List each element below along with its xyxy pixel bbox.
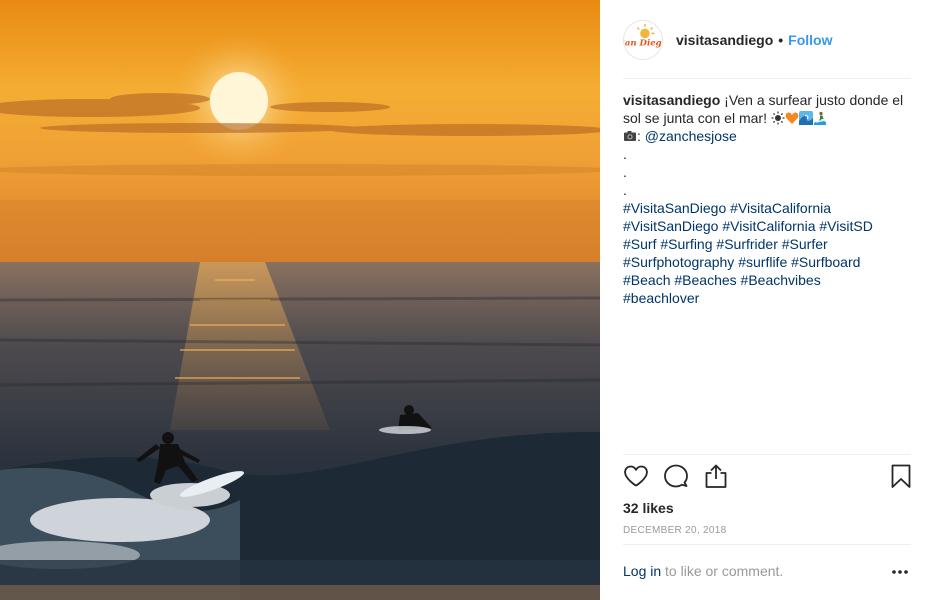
hashtag-link[interactable]: #Surfrider [716,236,777,252]
hashtag-line: #Beach #Beaches #Beachvibes [623,271,915,289]
avatar-text: San Diego [624,39,662,49]
hashtag-link[interactable]: #Beachvibes [741,272,821,288]
hashtag-link[interactable]: #Beaches [674,272,736,288]
caption-text-line2: sol se junta con el mar! [623,110,771,126]
caption-dot: . [623,146,627,162]
post-header: San Diego visitasandiego • Follow [623,19,911,61]
follow-button[interactable]: Follow [788,32,832,48]
wave-emoji-icon [798,111,813,125]
avatar[interactable]: San Diego [623,20,663,60]
comment-footer: Log in to like or comment. [623,563,913,583]
hashtag-list: #VisitaSanDiego #VisitaCalifornia #VisitS… [623,199,915,307]
caption-text-line1: ¡Ven a surfear justo donde el [720,92,904,108]
share-icon[interactable] [703,463,729,489]
hashtag-link[interactable]: #Beach [623,272,670,288]
hashtag-line: #beachlover [623,289,915,307]
heart-icon[interactable] [623,463,649,489]
hashtag-line: #Surfphotography #surflife #Surfboard [623,253,915,271]
more-options-icon[interactable] [891,565,909,579]
surfer-emoji-icon [813,111,826,125]
camera-prefix: : [637,128,645,144]
hashtag-link[interactable]: #Surfing [660,236,712,252]
hashtag-link[interactable]: #Surf [623,236,656,252]
bookmark-icon[interactable] [888,463,914,489]
hashtag-line: #VisitSanDiego #VisitCalifornia #VisitSD [623,217,915,235]
hashtag-link[interactable]: #Surfphotography [623,254,734,270]
hashtag-link[interactable]: #surflife [738,254,787,270]
orange-heart-emoji-icon [785,112,799,124]
hashtag-line: #VisitaSanDiego #VisitaCalifornia [623,199,915,217]
login-link[interactable]: Log in [623,563,661,579]
hashtag-link[interactable]: #beachlover [623,290,699,306]
comment-icon[interactable] [663,463,689,489]
mention-link[interactable]: @zanchesjose [645,128,737,144]
post-photo[interactable] [0,0,600,600]
hashtag-link[interactable]: #Surfboard [791,254,860,270]
login-prompt-text: to like or comment. [661,563,784,579]
post-panel: San Diego visitasandiego • Follow visita… [600,0,935,600]
caption-dot: . [623,182,627,198]
caption: visitasandiego ¡Ven a surfear justo dond… [623,91,915,307]
hashtag-link[interactable]: #VisitSanDiego [623,218,718,234]
header-dot: • [778,32,784,48]
action-bar [623,462,913,492]
hashtag-line: #Surf #Surfing #Surfrider #Surfer [623,235,915,253]
hashtag-link[interactable]: #VisitCalifornia [722,218,815,234]
hashtag-link[interactable]: #VisitaSanDiego [623,200,726,216]
hashtag-link[interactable]: #VisitSD [819,218,872,234]
hashtag-link[interactable]: #VisitaCalifornia [730,200,831,216]
post-date[interactable]: DECEMBER 20, 2018 [623,525,726,536]
sunset-surf-photo [0,0,600,600]
likes-count[interactable]: 32 likes [623,500,674,516]
sun-emoji-icon [771,111,785,125]
header-username[interactable]: visitasandiego [676,32,773,48]
caption-dot: . [623,164,627,180]
camera-emoji-icon [624,131,636,141]
footer-divider [623,544,911,545]
actions-divider [623,454,911,455]
header-divider [623,78,911,79]
hashtag-link[interactable]: #Surfer [782,236,828,252]
caption-username[interactable]: visitasandiego [623,92,720,108]
san-diego-logo-icon: San Diego [624,23,662,49]
